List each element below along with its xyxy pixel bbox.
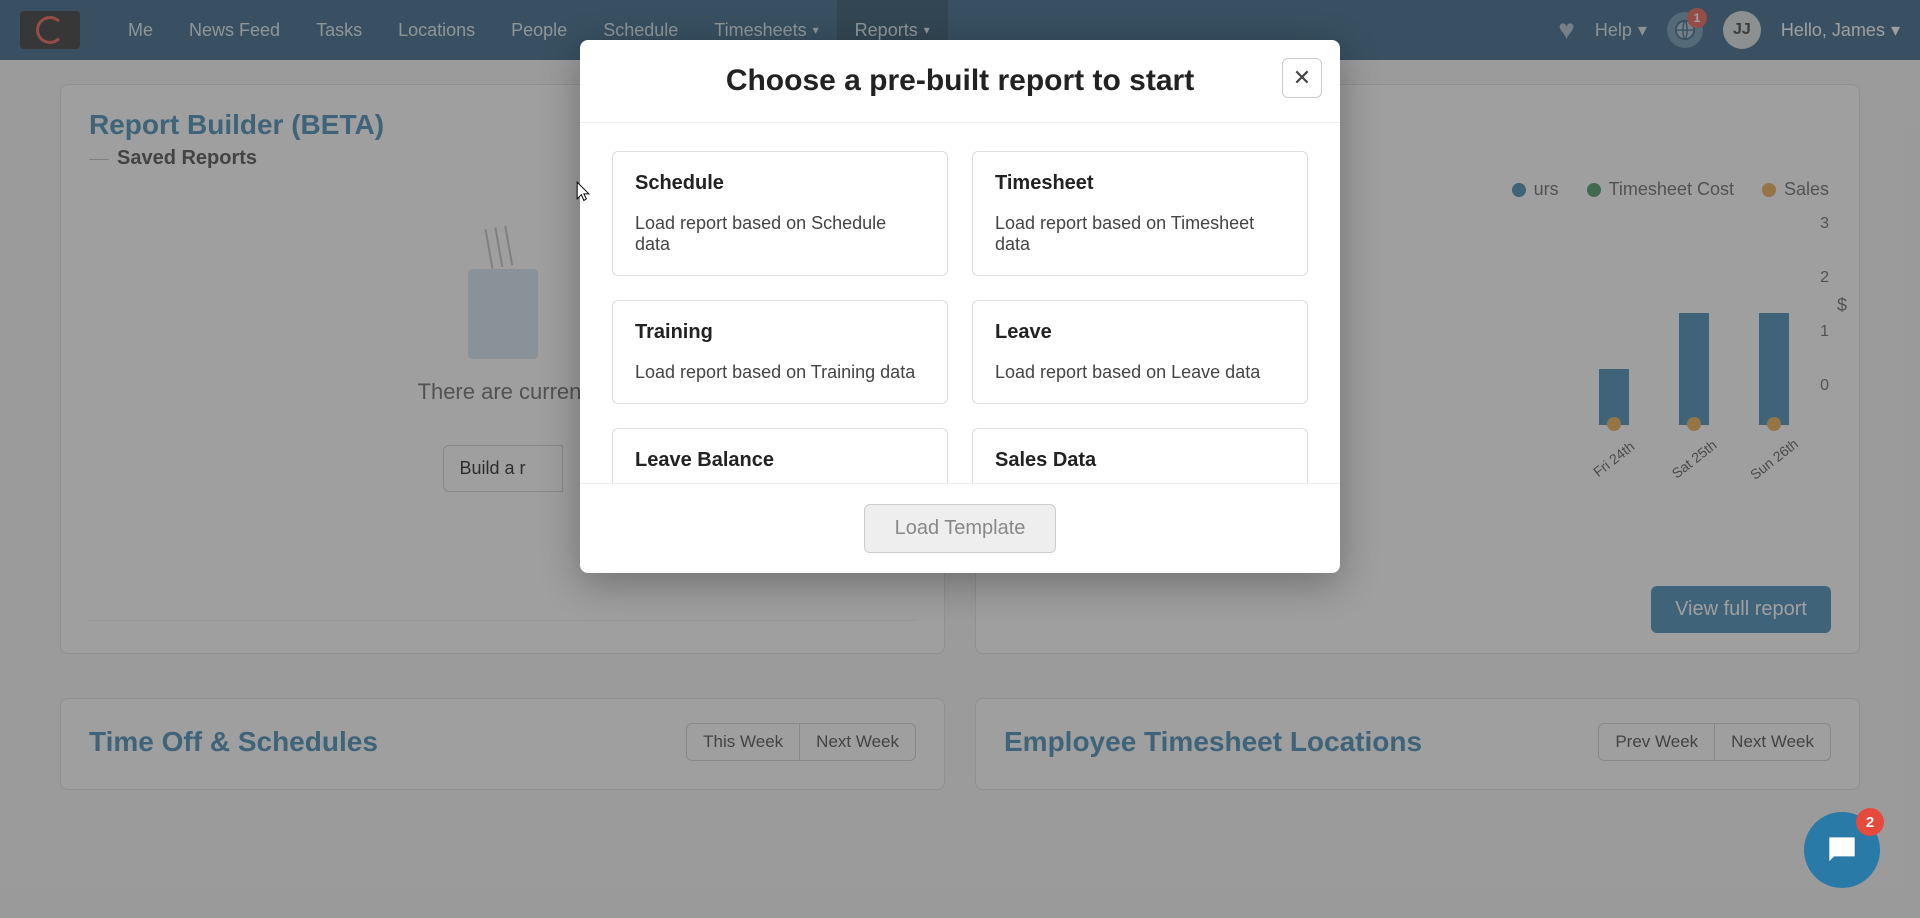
- modal-overlay: Choose a pre-built report to start ✕ Sch…: [0, 0, 1920, 918]
- modal-header: Choose a pre-built report to start ✕: [580, 40, 1340, 123]
- report-template-modal: Choose a pre-built report to start ✕ Sch…: [580, 40, 1340, 573]
- chat-badge: 2: [1856, 808, 1884, 836]
- card-title: Training: [635, 321, 925, 344]
- modal-title: Choose a pre-built report to start: [608, 64, 1312, 98]
- card-desc: Load report based on Schedule data: [635, 213, 925, 255]
- card-desc: Load report based on Training data: [635, 362, 925, 383]
- card-desc: Load report based on Leave data: [995, 362, 1285, 383]
- card-title: Sales Data: [995, 449, 1285, 472]
- chat-icon: [1823, 831, 1861, 869]
- modal-footer: Load Template: [580, 483, 1340, 573]
- card-title: Leave: [995, 321, 1285, 344]
- template-card-sales-data[interactable]: Sales Data: [972, 428, 1308, 483]
- modal-close-button[interactable]: ✕: [1282, 58, 1322, 98]
- template-card-timesheet[interactable]: Timesheet Load report based on Timesheet…: [972, 151, 1308, 276]
- template-card-training[interactable]: Training Load report based on Training d…: [612, 300, 948, 404]
- template-card-leave[interactable]: Leave Load report based on Leave data: [972, 300, 1308, 404]
- close-icon: ✕: [1293, 65, 1311, 91]
- chat-launcher[interactable]: 2: [1804, 812, 1880, 888]
- load-template-button[interactable]: Load Template: [864, 504, 1057, 553]
- template-card-schedule[interactable]: Schedule Load report based on Schedule d…: [612, 151, 948, 276]
- modal-body: Schedule Load report based on Schedule d…: [580, 123, 1340, 483]
- card-title: Schedule: [635, 172, 925, 195]
- card-title: Timesheet: [995, 172, 1285, 195]
- card-desc: Load report based on Timesheet data: [995, 213, 1285, 255]
- card-title: Leave Balance: [635, 449, 925, 472]
- template-card-leave-balance[interactable]: Leave Balance: [612, 428, 948, 483]
